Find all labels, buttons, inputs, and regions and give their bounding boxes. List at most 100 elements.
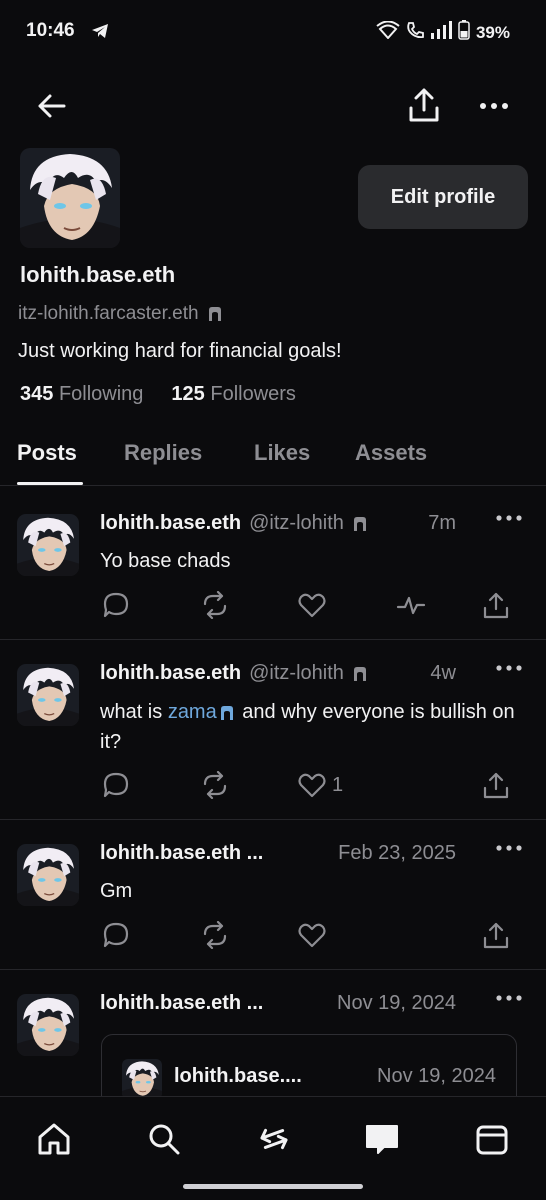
profile-tabs: Posts Replies Likes Assets bbox=[0, 430, 546, 486]
post-header: lohith.base.eth ... Feb 23, 2025 bbox=[100, 842, 526, 865]
status-icons: 39% bbox=[376, 20, 510, 45]
post-avatar[interactable] bbox=[17, 994, 79, 1056]
share-icon bbox=[409, 88, 439, 122]
post-avatar[interactable] bbox=[17, 844, 79, 906]
share-post-button[interactable] bbox=[482, 590, 510, 620]
post-item[interactable]: lohith.base.eth @itz-lohith 7m Yo base c… bbox=[0, 490, 546, 640]
share-post-button[interactable] bbox=[482, 920, 510, 950]
comment-icon bbox=[103, 772, 129, 798]
recast-button[interactable] bbox=[200, 920, 230, 950]
share-post-button[interactable] bbox=[482, 770, 510, 800]
nav-wallet[interactable] bbox=[472, 1119, 512, 1159]
post-author-name[interactable]: lohith.base.eth ... bbox=[100, 842, 263, 865]
battery-icon bbox=[458, 20, 470, 45]
post-text: Gm bbox=[100, 880, 133, 902]
reply-button[interactable] bbox=[102, 920, 130, 950]
post-header: lohith.base.eth ... Nov 19, 2024 bbox=[100, 992, 526, 1015]
post-actions bbox=[100, 920, 516, 950]
post-author-name[interactable]: lohith.base.eth bbox=[100, 512, 241, 535]
battery-percent: 39% bbox=[475, 22, 510, 42]
profile-handle: itz-lohith.farcaster.eth bbox=[18, 303, 223, 325]
farcaster-arch-icon bbox=[219, 705, 235, 721]
activity-button[interactable] bbox=[396, 590, 426, 620]
post-avatar[interactable] bbox=[17, 514, 79, 576]
back-button[interactable] bbox=[34, 88, 70, 124]
more-dots-icon bbox=[496, 995, 522, 1001]
profile-display-name: lohith.base.eth bbox=[20, 262, 176, 287]
signal-icon bbox=[430, 21, 452, 44]
arrow-left-icon bbox=[38, 94, 66, 118]
mention-link[interactable]: zama bbox=[168, 701, 217, 723]
post-text: what is zama and why everyone is bullish… bbox=[100, 701, 515, 753]
home-indicator[interactable] bbox=[183, 1184, 363, 1189]
home-icon bbox=[38, 1123, 70, 1155]
chat-icon bbox=[366, 1125, 398, 1154]
post-time: Nov 19, 2024 bbox=[337, 992, 456, 1014]
quoted-author-name: lohith.base.... bbox=[174, 1065, 302, 1087]
comment-icon bbox=[103, 592, 129, 618]
active-tab-indicator bbox=[17, 482, 83, 485]
nav-home[interactable] bbox=[34, 1119, 74, 1159]
activity-pulse-icon bbox=[396, 596, 426, 615]
post-more-button[interactable] bbox=[494, 508, 524, 528]
heart-icon bbox=[298, 923, 326, 948]
post-actions: 1 bbox=[100, 770, 516, 800]
farcaster-arch-icon bbox=[352, 516, 368, 532]
post-author-username[interactable]: @itz-lohith bbox=[249, 512, 344, 535]
post-more-button[interactable] bbox=[494, 988, 524, 1008]
like-count: 1 bbox=[332, 773, 344, 796]
profile-avatar[interactable] bbox=[20, 148, 120, 248]
heart-icon bbox=[298, 773, 326, 798]
like-button[interactable] bbox=[298, 920, 332, 950]
share-button[interactable] bbox=[406, 86, 442, 124]
post-author-name[interactable]: lohith.base.eth bbox=[100, 662, 241, 685]
tab-assets[interactable]: Assets bbox=[355, 440, 427, 466]
share-icon bbox=[483, 592, 509, 619]
more-options-button[interactable] bbox=[476, 88, 512, 124]
following-stat[interactable]: 345 Following bbox=[20, 383, 143, 406]
reply-button[interactable] bbox=[102, 770, 130, 800]
comment-icon bbox=[103, 922, 129, 948]
share-icon bbox=[483, 772, 509, 799]
post-author-username[interactable]: @itz-lohith bbox=[249, 662, 344, 685]
post-time: 7m bbox=[428, 512, 456, 534]
tab-replies[interactable]: Replies bbox=[124, 440, 202, 466]
post-more-button[interactable] bbox=[494, 658, 524, 678]
tab-posts[interactable]: Posts bbox=[17, 440, 77, 466]
post-actions bbox=[100, 590, 516, 620]
post-author-name[interactable]: lohith.base.eth ... bbox=[100, 992, 263, 1015]
farcaster-arch-icon bbox=[207, 306, 223, 322]
share-icon bbox=[483, 922, 509, 949]
recast-icon bbox=[203, 591, 227, 619]
followers-stat[interactable]: 125 Followers bbox=[171, 383, 296, 406]
tab-likes[interactable]: Likes bbox=[254, 440, 310, 466]
post-item[interactable]: lohith.base.eth @itz-lohith 4w what is z… bbox=[0, 640, 546, 820]
clock: 10:46 bbox=[26, 20, 75, 41]
quoted-avatar bbox=[122, 1059, 162, 1099]
more-dots-icon bbox=[496, 845, 522, 851]
call-icon bbox=[406, 21, 424, 44]
reply-button[interactable] bbox=[102, 590, 130, 620]
wifi-icon bbox=[376, 20, 400, 44]
post-header: lohith.base.eth @itz-lohith 4w bbox=[100, 662, 526, 685]
post-header: lohith.base.eth @itz-lohith 7m bbox=[100, 512, 526, 535]
like-button[interactable]: 1 bbox=[298, 770, 343, 800]
post-more-button[interactable] bbox=[494, 838, 524, 858]
recast-button[interactable] bbox=[200, 770, 230, 800]
post-avatar[interactable] bbox=[17, 664, 79, 726]
edit-profile-button[interactable]: Edit profile bbox=[358, 165, 528, 229]
post-item[interactable]: lohith.base.eth ... Feb 23, 2025 Gm bbox=[0, 820, 546, 970]
farcaster-arch-icon bbox=[352, 666, 368, 682]
nav-messages[interactable] bbox=[362, 1119, 402, 1159]
recast-button[interactable] bbox=[200, 590, 230, 620]
more-dots-icon bbox=[496, 665, 522, 671]
status-bar: 10:46 39% bbox=[0, 0, 546, 64]
swap-arrows-icon bbox=[260, 1128, 288, 1150]
nav-swap[interactable] bbox=[254, 1119, 294, 1159]
like-button[interactable] bbox=[298, 590, 332, 620]
wallet-icon bbox=[476, 1125, 508, 1155]
recast-icon bbox=[203, 921, 227, 949]
profile-handle-text: itz-lohith.farcaster.eth bbox=[18, 303, 199, 324]
nav-search[interactable] bbox=[144, 1119, 184, 1159]
telegram-icon bbox=[91, 23, 109, 44]
